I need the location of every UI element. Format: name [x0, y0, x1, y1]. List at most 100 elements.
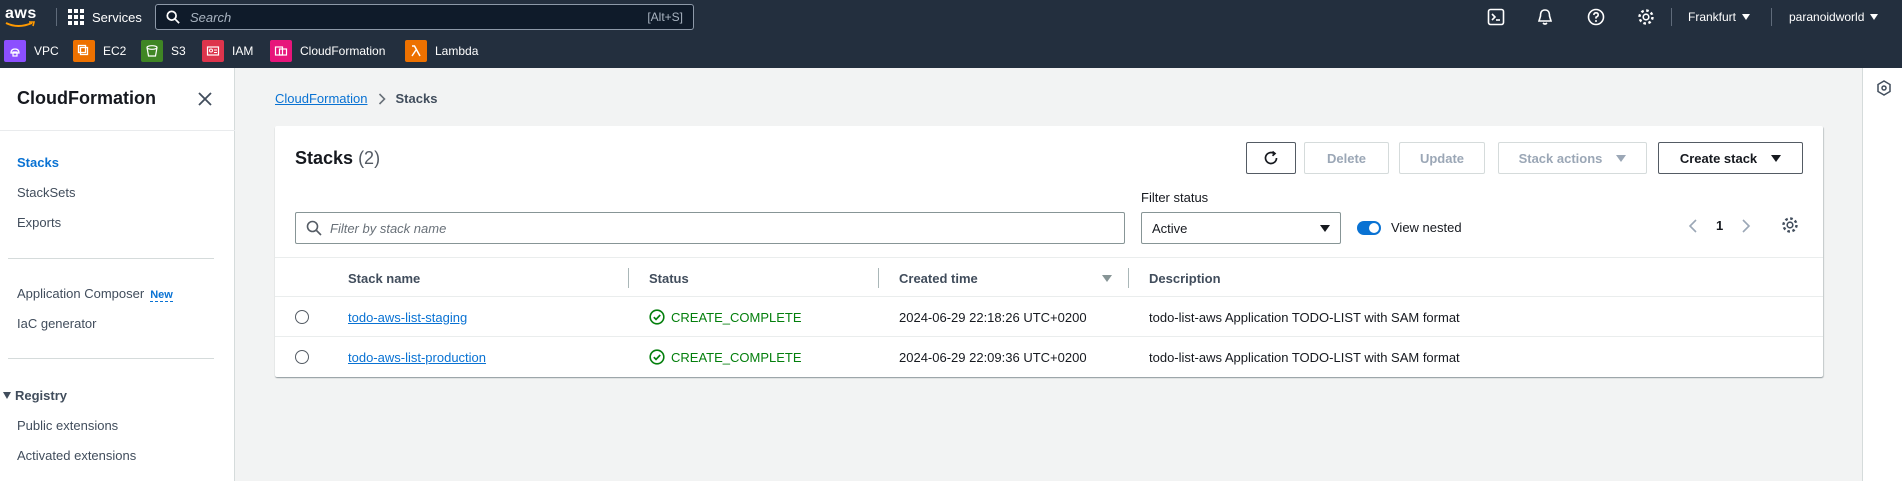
column-header-created-time[interactable]: Created time [899, 258, 978, 298]
services-label: Services [92, 9, 142, 25]
refresh-icon [1264, 150, 1278, 165]
breadcrumb-current: Stacks [395, 91, 438, 106]
breadcrumb-cloudformation-link[interactable]: CloudFormation [275, 91, 368, 106]
smile-arrow-icon [5, 21, 36, 27]
region-label: Frankfurt [1688, 10, 1737, 24]
row-select-radio[interactable] [295, 350, 309, 364]
view-nested-toggle[interactable]: View nested [1357, 220, 1462, 235]
sidebar-item-iac-generator[interactable]: IaC generator [17, 316, 97, 331]
sidebar-item-stacks[interactable]: Stacks [17, 155, 59, 170]
column-header-description[interactable]: Description [1149, 258, 1221, 298]
cloudshell-icon[interactable] [1487, 8, 1505, 26]
created-time: 2024-06-29 22:09:36 UTC+0200 [899, 349, 1087, 365]
chevron-left-icon[interactable] [1688, 218, 1698, 233]
search-bar[interactable]: [Alt+S] [155, 4, 694, 30]
iam-icon [202, 40, 224, 62]
column-resizer[interactable] [1128, 268, 1129, 288]
chevron-right-icon [378, 92, 386, 105]
s3-bucket-icon [141, 40, 163, 62]
region-selector[interactable]: Frankfurt [1688, 0, 1751, 34]
column-header-stack-name[interactable]: Stack name [348, 258, 420, 298]
filter-stack-name[interactable] [295, 212, 1125, 244]
sidebar-item-activated-extensions[interactable]: Activated extensions [17, 448, 136, 463]
row-select-radio[interactable] [295, 310, 309, 324]
caret-down-icon [1320, 224, 1330, 232]
stack-actions-button[interactable]: Stack actions [1498, 142, 1647, 174]
status-indicator: CREATE_COMPLETE [649, 349, 802, 365]
check-circle-icon [649, 349, 665, 365]
divider [0, 130, 235, 131]
close-icon[interactable] [198, 92, 212, 106]
grid-icon [68, 9, 84, 25]
sidebar-item-stacksets[interactable]: StackSets [17, 185, 76, 200]
sidebar-section-registry[interactable]: Registry [3, 388, 67, 403]
aws-logo[interactable]: aws [4, 4, 38, 30]
column-resizer[interactable] [878, 268, 879, 288]
created-time: 2024-06-29 22:18:26 UTC+0200 [899, 309, 1087, 325]
sort-descending-icon[interactable] [1102, 275, 1112, 282]
side-navigation: CloudFormation Stacks StackSets Exports … [0, 68, 235, 481]
pagination: 1 [1688, 218, 1751, 233]
divider [8, 358, 214, 359]
favorite-s3[interactable]: S3 [141, 40, 186, 62]
refresh-button[interactable] [1246, 142, 1296, 174]
top-navigation: aws Services [Alt+S] Frankfurt paranoidw… [0, 0, 1902, 34]
vpc-icon [4, 40, 26, 62]
table-header: Stack name Status Created time Descripti… [275, 257, 1823, 297]
search-icon [166, 10, 180, 24]
caret-down-icon [1616, 154, 1627, 162]
caret-down-icon [1742, 14, 1751, 20]
description: todo-list-aws Application TODO-LIST with… [1149, 309, 1460, 325]
create-stack-button[interactable]: Create stack [1658, 142, 1803, 174]
status-indicator: CREATE_COMPLETE [649, 309, 802, 325]
column-resizer[interactable] [628, 268, 629, 288]
divider [1671, 8, 1672, 26]
breadcrumb: CloudFormation Stacks [275, 91, 437, 106]
divider [8, 258, 214, 259]
search-input[interactable] [190, 9, 610, 25]
stack-name-link[interactable]: todo-aws-list-production [348, 350, 486, 365]
toggle-switch[interactable] [1357, 220, 1381, 235]
stacks-panel: Stacks (2) Delete Update Stack actions C… [275, 126, 1823, 377]
info-panel-icon[interactable] [1876, 80, 1892, 96]
delete-button[interactable]: Delete [1304, 142, 1389, 174]
chevron-right-icon[interactable] [1741, 218, 1751, 233]
page-number[interactable]: 1 [1716, 218, 1723, 233]
favorite-vpc[interactable]: VPC [4, 40, 59, 62]
right-rail [1862, 68, 1902, 481]
search-icon [306, 220, 322, 236]
stack-name-link[interactable]: todo-aws-list-staging [348, 310, 467, 325]
new-badge: New [150, 289, 173, 302]
favorite-cloudformation[interactable]: CloudFormation [270, 40, 385, 62]
check-circle-icon [649, 309, 665, 325]
ec2-icon [73, 40, 95, 62]
sidebar-item-application-composer[interactable]: Application Composer New [17, 286, 173, 302]
update-button[interactable]: Update [1399, 142, 1485, 174]
cloudformation-icon [270, 40, 292, 62]
table-row[interactable]: todo-aws-list-staging CREATE_COMPLETE 20… [275, 297, 1823, 337]
favorite-iam[interactable]: IAM [202, 40, 253, 62]
favorite-lambda[interactable]: Lambda [405, 40, 478, 62]
search-shortcut: [Alt+S] [647, 10, 683, 24]
description: todo-list-aws Application TODO-LIST with… [1149, 349, 1460, 365]
divider [1771, 8, 1772, 26]
services-menu-button[interactable]: Services [68, 0, 142, 34]
sidebar-item-public-extensions[interactable]: Public extensions [17, 418, 118, 433]
column-header-status[interactable]: Status [649, 258, 689, 298]
filter-status-label: Filter status [1141, 190, 1209, 205]
preferences-gear-icon[interactable] [1781, 216, 1799, 234]
sidebar-title[interactable]: CloudFormation [17, 88, 156, 109]
sidebar-item-exports[interactable]: Exports [17, 215, 61, 230]
caret-down-icon [1771, 154, 1782, 162]
settings-icon[interactable] [1637, 8, 1655, 26]
account-menu[interactable]: paranoidworld [1789, 0, 1879, 34]
help-icon[interactable] [1587, 8, 1605, 26]
filter-status-select[interactable]: Active [1141, 212, 1341, 244]
table-row[interactable]: todo-aws-list-production CREATE_COMPLETE… [275, 337, 1823, 377]
account-label: paranoidworld [1789, 10, 1865, 24]
notifications-icon[interactable] [1536, 8, 1554, 26]
page-title: Stacks (2) [295, 148, 381, 168]
favorite-ec2[interactable]: EC2 [73, 40, 126, 62]
divider [56, 8, 57, 26]
filter-input[interactable] [330, 220, 1110, 236]
